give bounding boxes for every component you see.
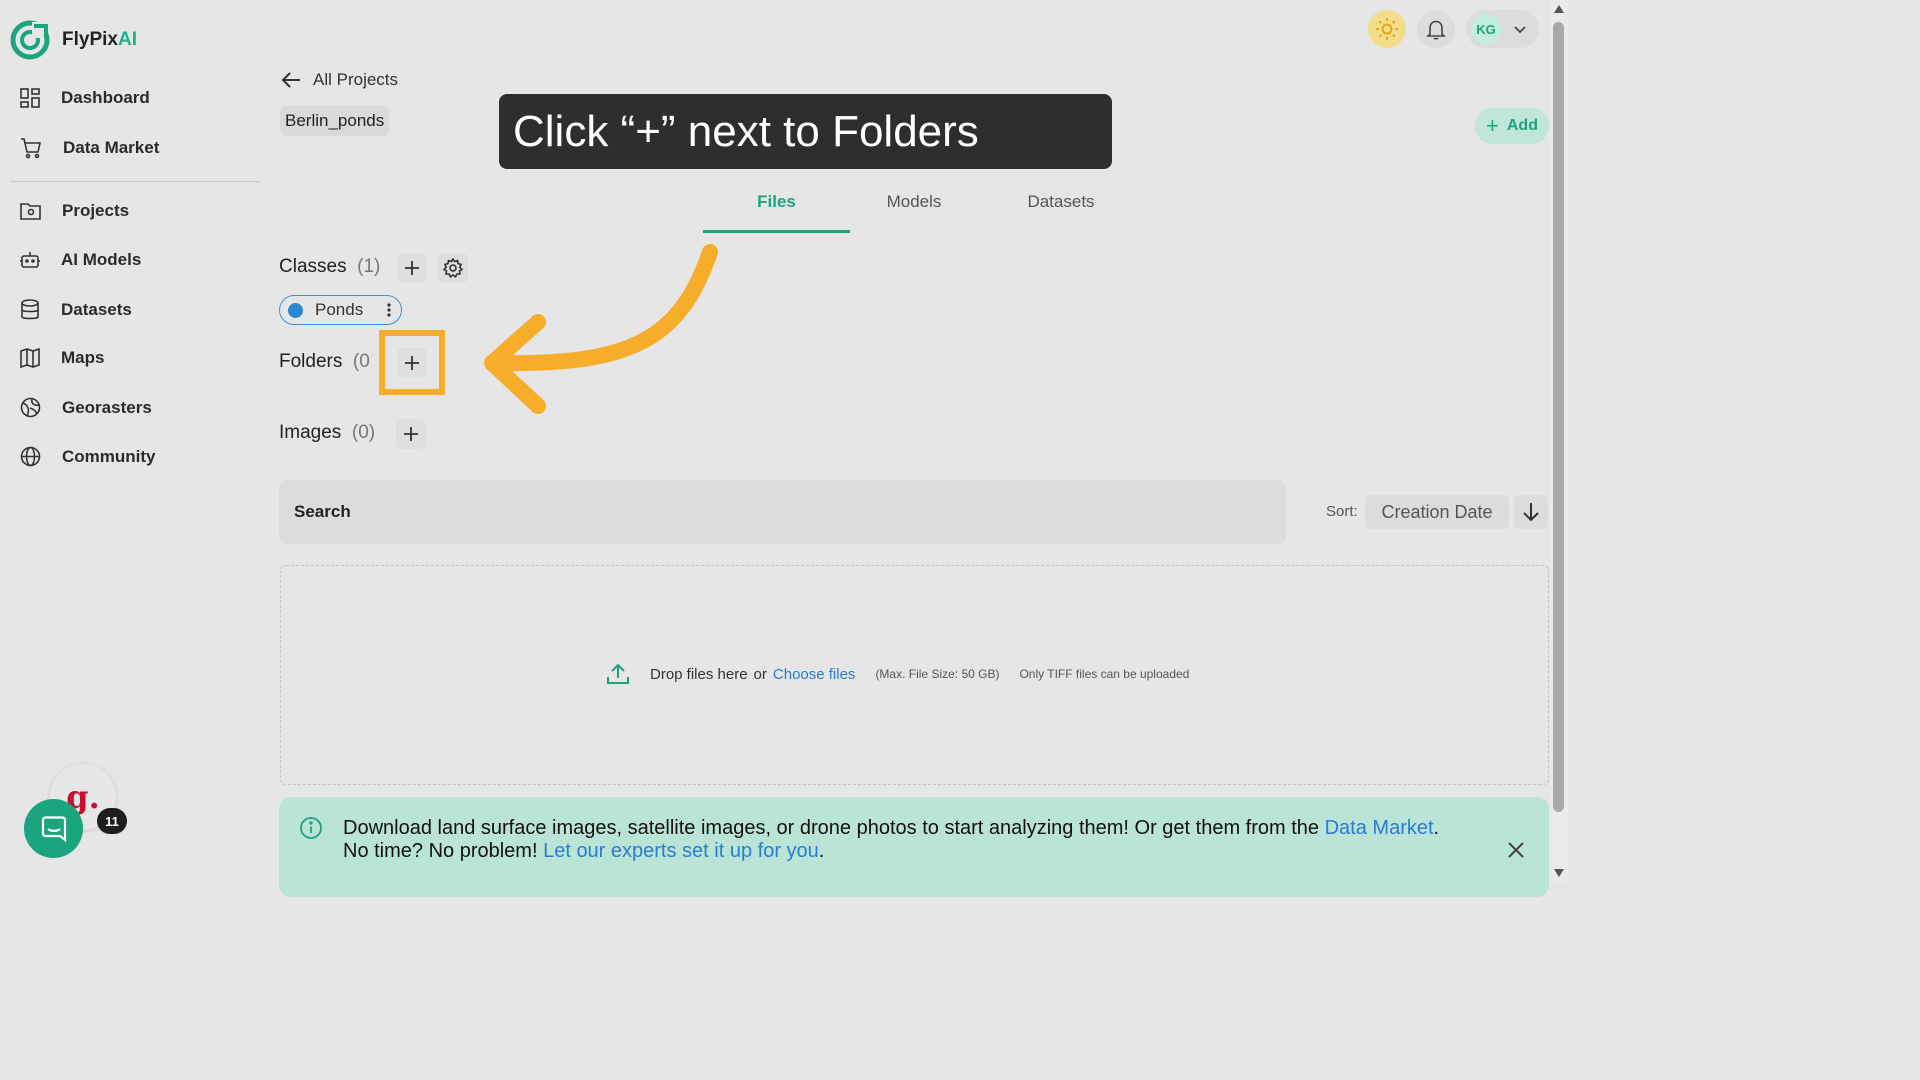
sort-direction-button[interactable] <box>1514 495 1548 529</box>
arrow-down-icon <box>1523 503 1539 522</box>
sidebar-item-label: Datasets <box>61 300 132 319</box>
experts-link[interactable]: Let our experts set it up for you <box>543 840 819 862</box>
notification-badge: 11 <box>97 808 127 834</box>
gear-icon <box>443 258 463 278</box>
add-image-button[interactable] <box>396 419 426 449</box>
scroll-up-icon[interactable] <box>1553 4 1565 14</box>
chevron-down-icon <box>1514 26 1526 34</box>
add-button[interactable]: + Add <box>1475 108 1549 144</box>
sort-label: Sort: <box>1326 503 1358 520</box>
tab-files[interactable]: Files <box>703 192 850 212</box>
sidebar-item-label: Community <box>62 446 156 466</box>
drop-zone-content: Drop files here or Choose files (Max. Fi… <box>606 662 1189 686</box>
classes-heading: Classes (1) <box>279 256 381 277</box>
sidebar-item-label: Georasters <box>62 397 152 417</box>
sidebar-item-datasets[interactable]: Datasets <box>20 299 132 321</box>
plus-icon <box>404 427 418 441</box>
sidebar-item-label: Dashboard <box>61 88 150 107</box>
data-market-link[interactable]: Data Market <box>1325 817 1434 839</box>
add-class-button[interactable] <box>397 253 427 283</box>
sun-icon <box>1376 18 1398 40</box>
arrow-left-icon <box>281 72 300 88</box>
project-name: Berlin_ponds <box>280 106 390 136</box>
sidebar-item-label: Maps <box>61 348 105 367</box>
sidebar-item-label: AI Models <box>61 250 142 269</box>
sidebar-divider <box>10 181 260 182</box>
info-icon <box>300 817 322 839</box>
sort-select[interactable]: Creation Date <box>1365 495 1509 529</box>
class-settings-button[interactable] <box>438 253 468 283</box>
brand-name: FlyPixAI <box>62 29 137 50</box>
tab-models[interactable]: Models <box>850 192 978 212</box>
folders-heading: Folders (0 <box>279 351 370 372</box>
choose-files-link[interactable]: Choose files <box>773 666 856 683</box>
highlight-box <box>379 330 445 395</box>
sidebar-item-georasters[interactable]: Georasters <box>20 397 152 418</box>
sidebar-item-label: Data Market <box>63 138 160 157</box>
chat-launcher-button[interactable] <box>24 799 83 858</box>
sidebar-item-dashboard[interactable]: Dashboard <box>20 88 150 108</box>
sidebar-item-maps[interactable]: Maps <box>20 348 104 368</box>
user-menu[interactable]: KG <box>1466 10 1539 48</box>
theme-toggle-button[interactable] <box>1368 10 1406 48</box>
dashboard-icon <box>20 88 40 108</box>
plus-icon <box>405 261 419 275</box>
sidebar-item-projects[interactable]: Projects <box>20 201 129 221</box>
sidebar-item-community[interactable]: Community <box>20 446 156 467</box>
notifications-button[interactable] <box>1417 10 1455 48</box>
sidebar-item-data-market[interactable]: Data Market <box>20 137 159 159</box>
folder-icon <box>20 203 41 220</box>
plus-icon: + <box>1486 113 1499 138</box>
tab-datasets[interactable]: Datasets <box>997 192 1125 212</box>
banner-message: Download land surface images, satellite … <box>343 817 1440 862</box>
map-icon <box>20 348 40 368</box>
search-input[interactable] <box>279 480 1286 544</box>
instruction-tooltip: Click “+” next to Folders <box>499 94 1112 169</box>
globe-grid-icon <box>20 397 41 418</box>
chat-icon <box>41 815 66 842</box>
sidebar-item-label: Projects <box>62 201 130 220</box>
database-icon <box>21 299 39 320</box>
class-color-dot <box>288 302 303 318</box>
images-heading: Images (0) <box>279 422 376 443</box>
flypix-logo-icon <box>10 20 50 60</box>
scroll-down-icon[interactable] <box>1553 868 1565 878</box>
upload-icon <box>607 663 629 684</box>
globe-icon <box>20 446 41 467</box>
sidebar-item-ai-models[interactable]: AI Models <box>20 250 141 270</box>
avatar: KG <box>1471 14 1501 44</box>
close-icon[interactable] <box>1506 840 1526 860</box>
robot-icon <box>20 252 40 268</box>
curved-arrow-annotation <box>484 244 718 414</box>
bell-icon <box>1426 20 1446 40</box>
cart-icon <box>21 138 41 159</box>
scrollbar-thumb[interactable] <box>1553 22 1564 812</box>
brand-logo[interactable]: FlyPixAI <box>10 20 137 60</box>
back-to-projects-link[interactable]: All Projects <box>281 70 398 90</box>
more-vertical-icon[interactable] <box>387 303 391 317</box>
class-chip-ponds[interactable]: Ponds <box>279 295 402 325</box>
